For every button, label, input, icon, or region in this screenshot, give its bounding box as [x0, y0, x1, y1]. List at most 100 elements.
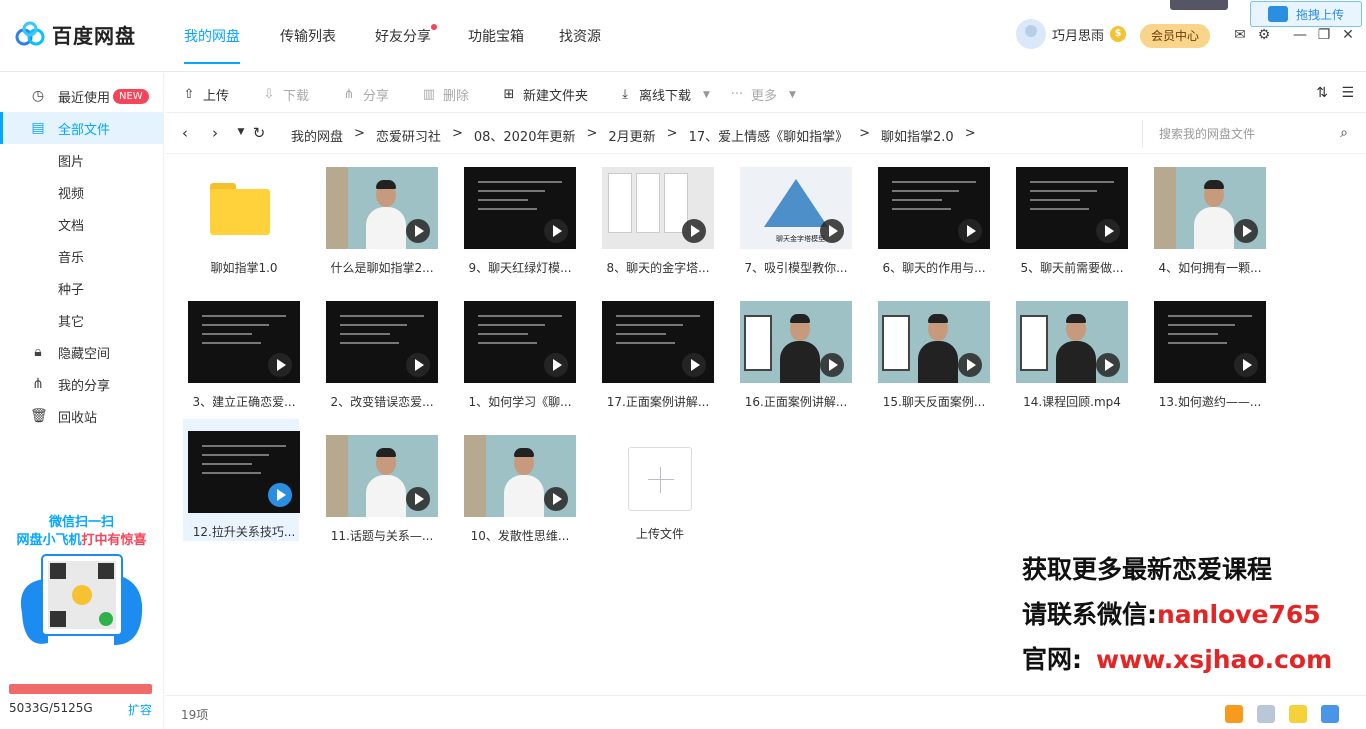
- upload-button[interactable]: ⇧ 上传: [181, 85, 229, 105]
- video-file-item[interactable]: 14.课程回顾.mp4: [1011, 289, 1128, 409]
- new-folder-button[interactable]: ⊞ 新建文件夹: [501, 85, 588, 105]
- vip-center-button[interactable]: 会员中心: [1140, 24, 1210, 48]
- user-profile[interactable]: 巧月思雨 $: [1016, 18, 1127, 50]
- video-file-item[interactable]: 15.聊天反面案例...: [873, 289, 990, 409]
- folder-item[interactable]: 聊如指掌1.0: [183, 155, 299, 275]
- sidebar-item-all-files[interactable]: ▤ 全部文件: [0, 112, 163, 144]
- play-icon: [268, 353, 292, 377]
- promo-qr-code[interactable]: [14, 553, 150, 657]
- tab-friend-share[interactable]: 好友分享: [375, 24, 437, 46]
- share-button[interactable]: ⋔ 分享: [341, 85, 389, 105]
- list-view-icon[interactable]: ☰: [1341, 85, 1354, 101]
- more-icon: ···: [730, 86, 744, 102]
- video-file-item[interactable]: 3、建立正确恋爱...: [183, 289, 300, 409]
- top-bar: 百度网盘 我的网盘 传输列表 好友分享 功能宝箱 找资源 巧月思雨 $ 会员中心…: [0, 0, 1366, 72]
- new-badge: NEW: [113, 89, 149, 104]
- video-file-item[interactable]: 6、聊天的作用与...: [873, 155, 990, 275]
- mail-icon[interactable]: ✉: [1232, 27, 1248, 43]
- file-name: 13.如何邀约——...: [1158, 395, 1262, 409]
- cloud-upload-icon: [1267, 6, 1288, 22]
- search-input[interactable]: [1159, 124, 1319, 144]
- video-file-item[interactable]: 17.正面案例讲解...: [597, 289, 714, 409]
- drag-upload-button[interactable]: 拖拽上传: [1250, 1, 1362, 27]
- video-file-item[interactable]: 11.话题与关系—...: [321, 423, 438, 543]
- offline-download-button[interactable]: ⤓ 离线下载 ▼: [617, 85, 710, 105]
- back-icon[interactable]: ‹: [177, 124, 193, 142]
- search-icon[interactable]: ⌕: [1340, 125, 1348, 141]
- refresh-icon[interactable]: ↻: [251, 124, 267, 142]
- clock-icon: ◷: [31, 88, 45, 104]
- video-file-item[interactable]: 1、如何学习《聊...: [459, 289, 576, 409]
- path-bar: ‹ › ▼ ↻ 我的网盘 > 恋爱研习社 > 08、2020年更新 > 2月更新 > 1…: [165, 114, 1366, 154]
- forward-icon[interactable]: ›: [207, 124, 223, 142]
- tab-find-resources[interactable]: 找资源: [559, 26, 601, 46]
- play-icon: [820, 219, 844, 243]
- video-file-item[interactable]: 16.正面案例讲解...: [735, 289, 852, 409]
- drag-upload-label: 拖拽上传: [1295, 7, 1344, 22]
- window-handle: [1170, 0, 1228, 10]
- sidebar-item-images[interactable]: 图片: [0, 144, 163, 176]
- breadcrumb-item[interactable]: 恋爱研习社: [376, 126, 441, 145]
- play-icon: [406, 353, 430, 377]
- file-name: 11.话题与关系—...: [330, 529, 434, 543]
- new-folder-icon: ⊞: [503, 86, 515, 102]
- upload-file-tile[interactable]: [628, 447, 692, 511]
- apps-icon[interactable]: [1257, 705, 1275, 723]
- breadcrumb-item[interactable]: 我的网盘: [291, 126, 343, 145]
- tab-transfer-list[interactable]: 传输列表: [280, 26, 336, 46]
- breadcrumb-item[interactable]: 08、2020年更新: [474, 126, 576, 145]
- more-button[interactable]: ··· 更多 ▼: [729, 85, 796, 105]
- avatar: [1016, 19, 1046, 49]
- video-file-item[interactable]: 12.拉升关系技巧...: [183, 419, 300, 541]
- sidebar-item-music[interactable]: 音乐: [0, 240, 163, 272]
- play-icon: [544, 487, 568, 511]
- video-file-item[interactable]: 13.如何邀约——...: [1149, 289, 1266, 409]
- breadcrumb-item[interactable]: 2月更新: [608, 126, 655, 145]
- sidebar-item-recycle-bin[interactable]: 🗑︎ 回收站: [0, 400, 163, 432]
- tab-toolbox[interactable]: 功能宝箱: [468, 26, 524, 46]
- breadcrumb-item[interactable]: 17、爱上情感《聊如指掌》: [689, 126, 849, 145]
- sidebar-item-torrents[interactable]: 种子: [0, 272, 163, 304]
- video-file-item[interactable]: 10、发散性思维...: [459, 423, 576, 543]
- expand-storage-link[interactable]: 扩容: [128, 701, 152, 718]
- file-name: 10、发散性思维...: [470, 529, 570, 543]
- close-icon[interactable]: ✕: [1340, 27, 1356, 43]
- video-file-item[interactable]: 2、改变错误恋爱...: [321, 289, 438, 409]
- sidebar-item-videos[interactable]: 视频: [0, 176, 163, 208]
- minimize-icon[interactable]: —: [1292, 27, 1308, 43]
- upload-icon: ⇧: [183, 86, 195, 102]
- sidebar-item-my-share[interactable]: ⋔ 我的分享: [0, 368, 163, 400]
- restore-icon[interactable]: ❐: [1316, 27, 1332, 43]
- video-file-item[interactable]: 4、如何拥有一颗...: [1149, 155, 1266, 275]
- breadcrumb-item[interactable]: 聊如指掌2.0: [881, 126, 954, 145]
- history-dropdown-icon[interactable]: ▼: [233, 127, 249, 137]
- video-file-item[interactable]: 9、聊天红绿灯模...: [459, 155, 576, 275]
- play-icon: [682, 219, 706, 243]
- lock-icon[interactable]: [1321, 705, 1339, 723]
- watermark-site-prefix: 官网:: [1022, 645, 1082, 674]
- sort-icon[interactable]: ⇅: [1316, 85, 1328, 101]
- sidebar-item-recent[interactable]: ◷ 最近使用 NEW: [0, 80, 163, 112]
- delete-button[interactable]: ▥ 删除: [421, 85, 469, 105]
- video-file-item[interactable]: 8、聊天的金字塔...: [597, 155, 714, 275]
- download-button[interactable]: ⇩ 下载: [261, 85, 309, 105]
- settings-icon[interactable]: ⚙: [1256, 27, 1272, 43]
- upload-arrow-icon[interactable]: [1289, 705, 1307, 723]
- video-thumbnail: [188, 301, 300, 383]
- sidebar-item-label: 音乐: [58, 250, 85, 266]
- video-file-item[interactable]: 5、聊天前需要做...: [1011, 155, 1128, 275]
- sidebar-item-hidden-space[interactable]: 🔒︎ 隐藏空间: [0, 336, 163, 368]
- file-name: 5、聊天前需要做...: [1020, 261, 1124, 275]
- sidebar-item-documents[interactable]: 文档: [0, 208, 163, 240]
- lock-icon: 🔒︎: [34, 344, 42, 360]
- video-thumbnail: [602, 301, 714, 383]
- username: 巧月思雨: [1052, 28, 1105, 44]
- video-file-item[interactable]: 什么是聊如指掌2...: [321, 155, 438, 275]
- play-icon: [820, 353, 844, 377]
- app-logo[interactable]: 百度网盘: [14, 20, 136, 48]
- sidebar-item-other[interactable]: 其它: [0, 304, 163, 336]
- file-name: 2、改变错误恋爱...: [330, 395, 434, 409]
- tab-my-netdisk[interactable]: 我的网盘: [184, 26, 240, 64]
- badge-icon[interactable]: [1225, 705, 1243, 723]
- video-file-item[interactable]: 聊天金字塔模型 7、吸引模型教你...: [735, 155, 852, 275]
